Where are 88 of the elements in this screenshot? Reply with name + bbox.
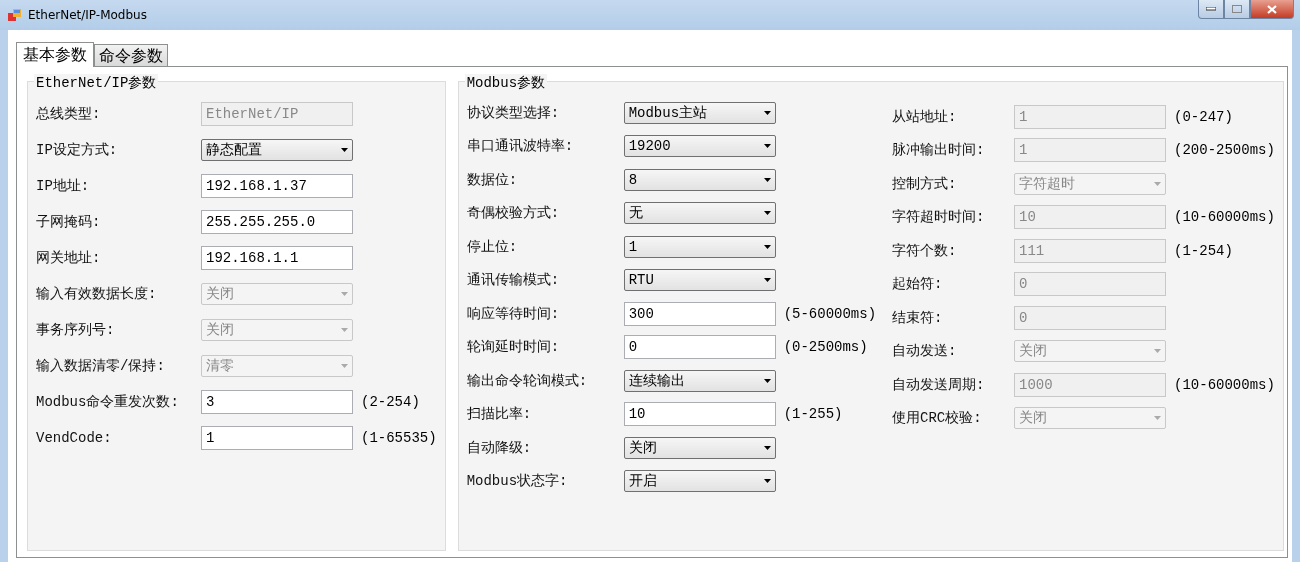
field-label: 从站地址: [892,107,958,126]
field-label: 网关地址: [36,249,102,267]
range-hint: (1-255) [783,406,843,423]
field-label: 自动发送: [892,342,958,361]
field-label: 结束符: [892,308,944,327]
dropdown[interactable]: Modbus主站 [623,101,776,124]
input-field[interactable]: 3 [201,390,353,414]
range-hint: (10-60000ms) [1174,209,1275,226]
input-field[interactable]: 0 [623,335,776,360]
caret-icon [763,445,771,450]
tab[interactable]: 基本参数 [16,42,94,67]
close-icon [1267,4,1277,14]
input-field[interactable]: 255.255.255.0 [201,210,353,234]
close-button[interactable] [1250,0,1294,19]
tab[interactable]: 命令参数 [94,44,168,66]
caret-icon [763,278,771,283]
input-field[interactable]: 300 [623,301,776,326]
group-title: EtherNet/IP参数 [34,74,159,92]
caret-icon [763,378,771,383]
dropdown[interactable]: 无 [623,202,776,225]
caret-icon [1154,416,1162,421]
dropdown[interactable]: 1 [623,235,776,258]
field-label: Modbus状态字: [466,472,569,491]
range-hint: (1-65535) [361,430,437,446]
caret-icon [763,211,771,216]
field-label: 扫描比率: [466,405,533,424]
range-hint: (0-2500ms) [783,339,868,356]
field-label: 脉冲输出时间: [892,141,986,160]
range-hint: (5-60000ms) [783,305,877,322]
dropdown[interactable]: 开启 [623,470,776,493]
field-label: 字符超时时间: [892,208,986,227]
app-icon [8,8,22,22]
dropdown[interactable]: 连续输出 [623,369,776,392]
range-hint: (0-247) [1174,108,1233,125]
input-field[interactable]: 192.168.1.1 [201,246,353,270]
caret-icon [763,244,771,249]
field-label: 自动发送周期: [892,375,986,394]
input-field[interactable]: 192.168.1.37 [201,174,353,198]
field-label: 输入数据清零/保持: [36,357,166,375]
range-hint: (10-60000ms) [1174,376,1275,393]
caret-icon [1154,181,1162,186]
caret-icon [341,364,348,368]
caret-icon [763,479,771,484]
field-label: 事务序列号: [36,321,116,339]
field-label: 奇偶校验方式: [466,204,561,223]
caret-icon [341,292,348,296]
field-label: 使用CRC校验: [892,409,983,428]
field-label: 控制方式: [892,174,958,193]
dropdown[interactable]: RTU [623,269,776,292]
field-label: 通讯传输模式: [466,271,561,290]
range-hint: (2-254) [361,394,420,410]
caret-icon [763,110,771,115]
field-label: VendCode: [36,430,113,446]
caret-icon [1154,349,1162,354]
input-field[interactable]: 1 [201,426,353,450]
dropdown[interactable]: 静态配置 [201,139,353,161]
field-label: 响应等待时间: [466,304,561,323]
field-label: 总线类型: [36,105,102,123]
window-title: EtherNet/IP-Modbus [28,8,147,22]
field-label: 字符个数: [892,241,958,260]
input-field[interactable]: 10 [623,402,776,427]
minimize-button[interactable] [1198,0,1224,19]
minimize-icon [1206,7,1216,11]
maximize-button[interactable] [1224,0,1250,19]
field-label: 自动降级: [466,438,533,457]
range-hint: (200-2500ms) [1174,142,1275,159]
field-label: 停止位: [466,237,519,256]
caret-icon [341,148,348,152]
field-label: 轮询延时时间: [466,338,561,357]
field-label: 输出命令轮询模式: [466,371,589,390]
dropdown[interactable]: 8 [623,168,776,191]
caret-icon [763,144,771,149]
maximize-icon [1232,5,1242,13]
field-label: 输入有效数据长度: [36,285,158,303]
range-hint: (1-254) [1174,242,1233,259]
field-label: Modbus命令重发次数: [36,393,180,411]
field-label: IP地址: [36,177,91,195]
field-label: IP设定方式: [36,141,119,159]
field-label: 子网掩码: [36,213,102,231]
caret-icon [763,177,771,182]
field-label: 数据位: [466,170,519,189]
field-label: 串口通讯波特率: [466,137,575,156]
dropdown[interactable]: 关闭 [623,436,776,459]
caret-icon [341,328,348,332]
field-label: 起始符: [892,275,944,294]
group-title: Modbus参数 [464,74,548,92]
dropdown[interactable]: 19200 [623,135,776,158]
field-label: 协议类型选择: [466,103,561,122]
